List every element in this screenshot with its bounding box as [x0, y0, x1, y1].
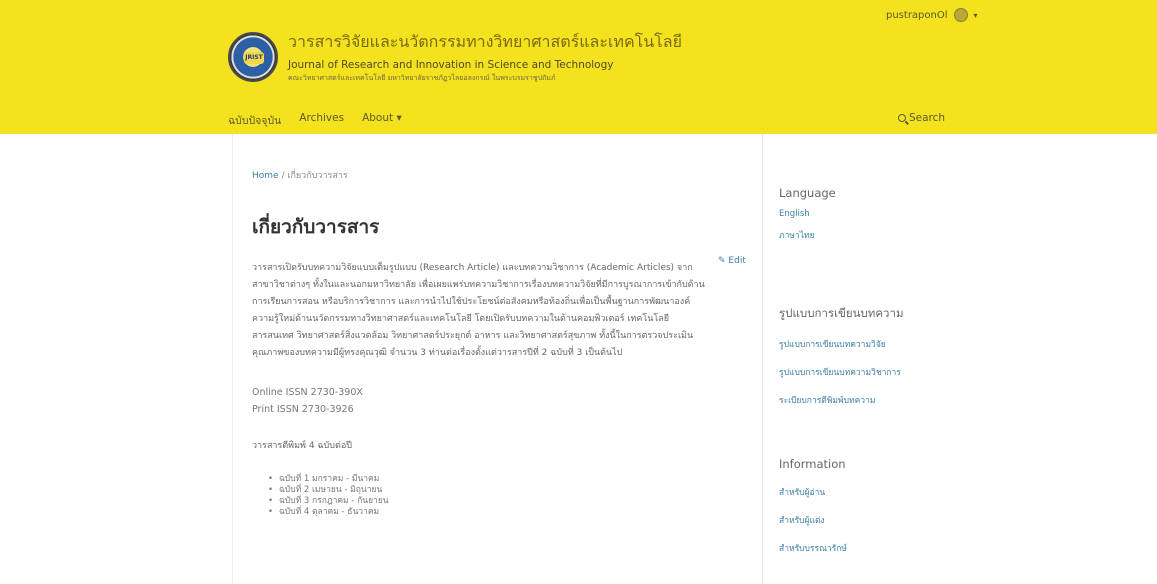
- avatar-icon[interactable]: [953, 8, 968, 22]
- publication-rules-link[interactable]: ระเบียบการตีพิมพ์บทความ: [779, 393, 904, 407]
- breadcrumb: Home / เกี่ยวกับวารสาร: [252, 168, 752, 182]
- page-title: เกี่ยวกับวารสาร: [252, 216, 380, 238]
- publication-frequency: วารสารตีพิมพ์ 4 ฉบับต่อปี: [252, 441, 352, 451]
- list-item: ฉบับที่ 1 มกราคม - มีนาคม: [268, 474, 752, 485]
- journal-title-en: Journal of Research and Innovation in Sc…: [288, 59, 614, 71]
- language-block: Language English ภาษาไทย: [779, 186, 836, 242]
- list-item: ฉบับที่ 2 เมษายน - มิถุนายน: [268, 485, 752, 496]
- journal-logo[interactable]: JRIST: [228, 32, 278, 82]
- journal-description: วารสารเปิดรับบทความวิจัยแบบเต็มรูปแบบ (R…: [252, 263, 705, 358]
- breadcrumb-separator: /: [281, 171, 285, 181]
- templates-heading: รูปแบบการเขียนบทความ: [779, 306, 904, 320]
- info-readers-link[interactable]: สำหรับผู้อ่าน: [779, 485, 847, 499]
- edit-button[interactable]: ✎ Edit: [718, 256, 746, 266]
- pencil-icon[interactable]: ✎: [718, 256, 726, 266]
- information-heading: Information: [779, 457, 846, 471]
- nav-archives[interactable]: Archives: [299, 112, 344, 129]
- chevron-down-icon[interactable]: ▾: [974, 11, 978, 20]
- primary-nav: ฉบับปัจจุบัน Archives About ▾: [228, 112, 402, 129]
- language-heading: Language: [779, 186, 836, 200]
- language-english[interactable]: English: [779, 209, 836, 219]
- breadcrumb-home[interactable]: Home: [252, 171, 279, 181]
- search-icon[interactable]: [898, 114, 906, 122]
- sidebar-divider: [762, 134, 763, 584]
- template-academic-link[interactable]: รูปแบบการเขียนบทความวิชาการ: [779, 365, 904, 379]
- journal-publisher: คณะวิทยาศาสตร์และเทคโนโลยี มหาวิทยาลัยรา…: [288, 74, 556, 82]
- logo-badge: JRIST: [244, 52, 264, 64]
- site-header: pustraponOl ▾ JRIST วารสารวิจัยและนวัตกร…: [0, 0, 1157, 134]
- main-content: Home / เกี่ยวกับวารสาร เกี่ยวกับวารสาร ✎…: [252, 168, 752, 518]
- nav-about[interactable]: About ▾: [362, 112, 402, 129]
- user-menu[interactable]: pustraponOl ▾: [886, 8, 978, 22]
- search-label[interactable]: Search: [909, 112, 945, 124]
- language-thai[interactable]: ภาษาไทย: [779, 228, 836, 242]
- issn-info: Online ISSN 2730-390X Print ISSN 2730-39…: [252, 384, 752, 418]
- nav-current-issue[interactable]: ฉบับปัจจุบัน: [228, 112, 281, 129]
- site-brand[interactable]: JRIST วารสารวิจัยและนวัตกรรมทางวิทยาศาสต…: [228, 30, 682, 84]
- issn-print: Print ISSN 2730-3926: [252, 404, 354, 415]
- templates-block: รูปแบบการเขียนบทความ รูปแบบการเขียนบทควา…: [779, 305, 904, 407]
- breadcrumb-current: เกี่ยวกับวารสาร: [287, 171, 348, 181]
- brand-text: วารสารวิจัยและนวัตกรรมทางวิทยาศาสตร์และเ…: [288, 30, 682, 84]
- list-item: ฉบับที่ 4 ตุลาคม - ธันวาคม: [268, 507, 752, 518]
- journal-title-thai: วารสารวิจัยและนวัตกรรมทางวิทยาศาสตร์และเ…: [288, 32, 682, 51]
- info-librarians-link[interactable]: สำหรับบรรณารักษ์: [779, 541, 847, 555]
- template-research-link[interactable]: รูปแบบการเขียนบทความวิจัย: [779, 337, 904, 351]
- username[interactable]: pustraponOl: [886, 10, 948, 21]
- info-authors-link[interactable]: สำหรับผู้แต่ง: [779, 513, 847, 527]
- list-item: ฉบับที่ 3 กรกฎาคม - กันยายน: [268, 496, 752, 507]
- search-link[interactable]: Search: [898, 112, 945, 124]
- edit-label[interactable]: Edit: [728, 256, 745, 266]
- information-block: Information สำหรับผู้อ่าน สำหรับผู้แต่ง …: [779, 457, 847, 555]
- content-left-border: [232, 134, 233, 584]
- issue-schedule-list: ฉบับที่ 1 มกราคม - มีนาคม ฉบับที่ 2 เมษา…: [268, 474, 752, 518]
- issn-online: Online ISSN 2730-390X: [252, 387, 363, 398]
